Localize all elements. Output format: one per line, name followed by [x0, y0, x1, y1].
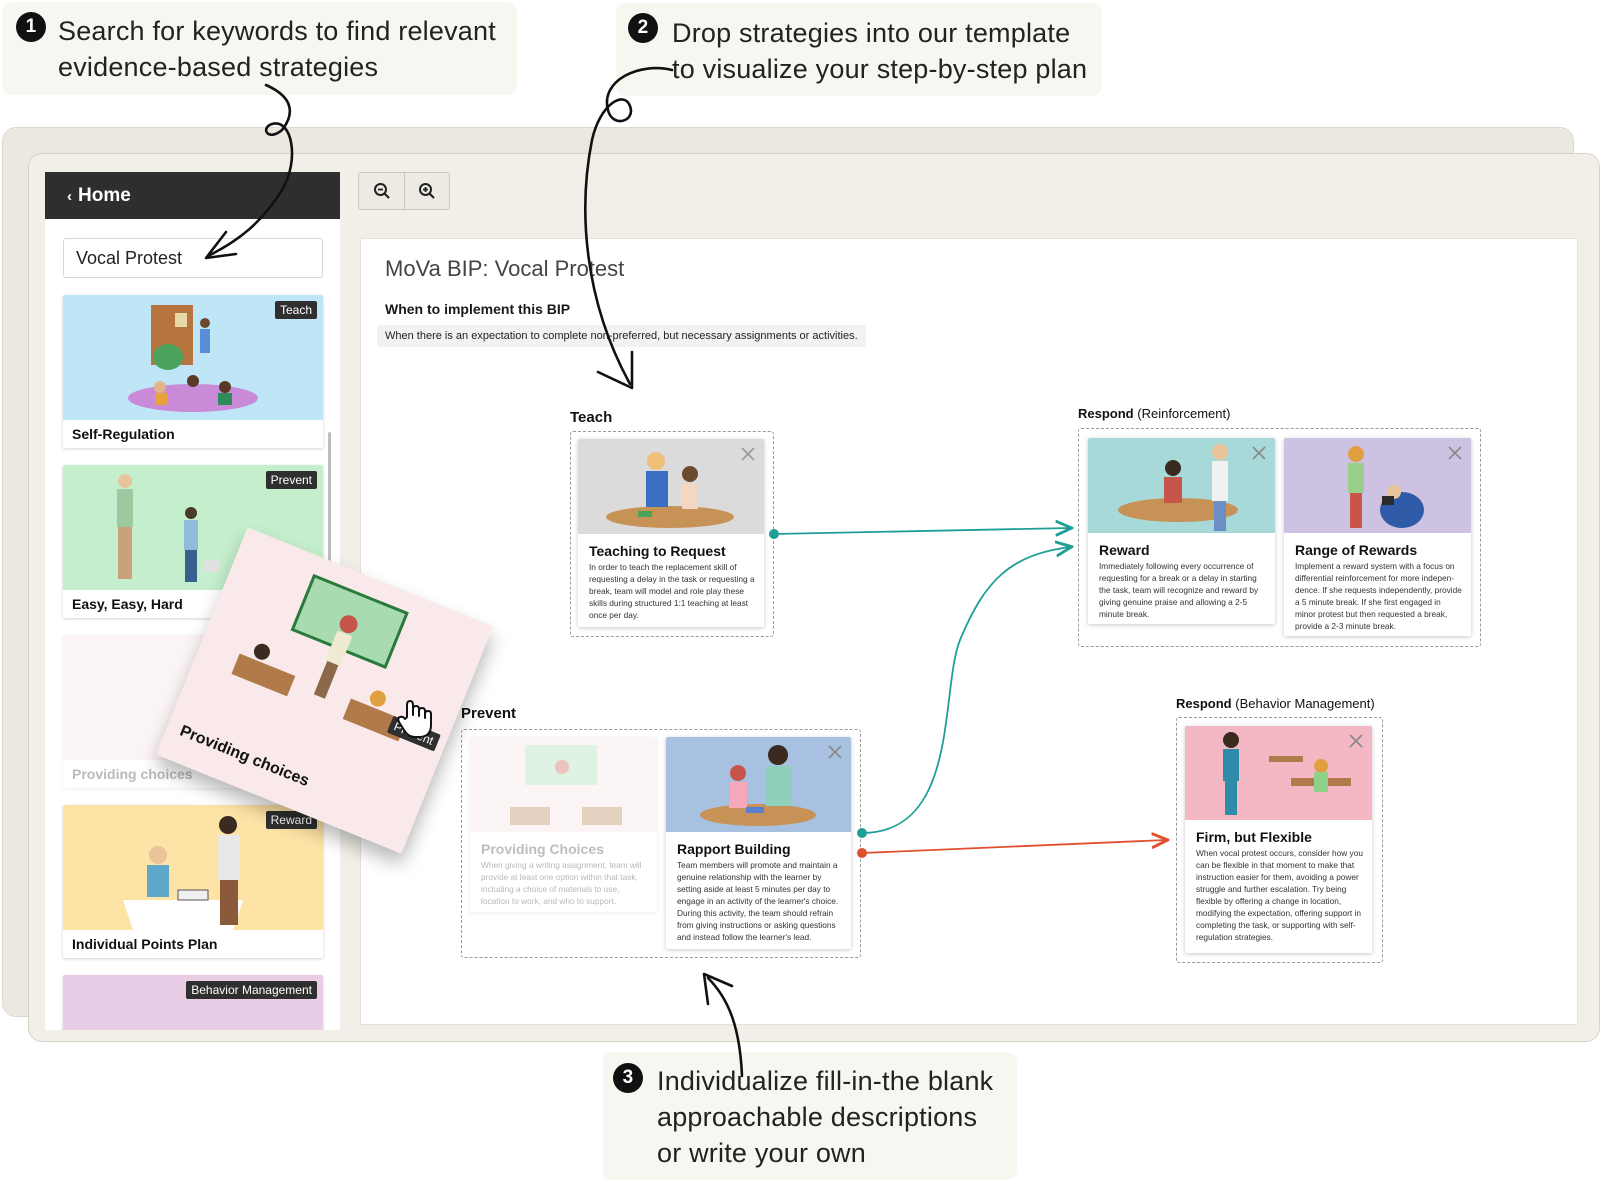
strategy-card-behavior-management[interactable]: Behavior Management	[63, 975, 323, 1030]
chevron-left-icon: ‹	[67, 188, 72, 205]
strategy-illustration	[1088, 438, 1275, 533]
section-label-teach: Teach	[570, 409, 613, 426]
section-label-respond-behavior-management: Respond (Behavior Management)	[1176, 696, 1375, 711]
hand-cursor-icon	[397, 700, 432, 738]
home-button[interactable]: ‹ Home	[45, 172, 340, 219]
strategy-title[interactable]: Teaching to Request	[589, 543, 726, 559]
callout-text-line: to visualize your step-by-step plan	[672, 54, 1088, 84]
strategy-illustration	[470, 737, 657, 832]
strategy-title[interactable]: Providing Choices	[481, 841, 604, 857]
callout-text-line: Individualize fill-in-the blank	[657, 1066, 994, 1096]
strategy-description[interactable]: In order to teach the replacement skill …	[589, 561, 755, 621]
strategy-card-providing-choices-placeholder[interactable]: Providing Choices When giving a writing …	[470, 737, 657, 912]
category-tag: Teach	[274, 301, 317, 319]
zoom-out-button[interactable]	[359, 173, 404, 209]
strategy-card-rapport-building[interactable]: Rapport Building Team members will promo…	[666, 737, 851, 949]
plan-title[interactable]: MoVa BIP: Vocal Protest	[385, 256, 624, 282]
strategy-illustration	[578, 439, 764, 534]
strategy-title[interactable]: Range of Rewards	[1295, 542, 1417, 558]
callout-text-line: or write your own	[657, 1138, 866, 1168]
card-label: Self-Regulation	[72, 426, 175, 442]
close-icon[interactable]	[740, 446, 756, 462]
zoom-in-button[interactable]	[404, 173, 449, 209]
close-icon[interactable]	[1251, 445, 1267, 461]
strategy-card-self-regulation[interactable]: Teach Self-Regulation	[63, 295, 323, 448]
section-label-respond-reinforcement: Respond (Reinforcement)	[1078, 406, 1231, 421]
strategy-card-individual-points-plan[interactable]: Reward Individual Points Plan	[63, 805, 323, 958]
strategy-description[interactable]: Immediately following every occurrence o…	[1099, 560, 1266, 620]
strategy-card-reward[interactable]: Reward Immediately following every occur…	[1088, 438, 1275, 624]
close-icon[interactable]	[827, 744, 843, 760]
strategy-illustration	[666, 737, 851, 832]
search-input[interactable]: Vocal Protest	[63, 238, 323, 278]
zoom-out-icon	[373, 183, 390, 199]
callout-individualize: 3 Individualize fill-in-the blank approa…	[603, 1052, 1017, 1180]
callout-text-line: Search for keywords to find relevant	[58, 16, 496, 46]
zoom-in-icon	[419, 183, 435, 199]
when-text[interactable]: When there is an expectation to complete…	[377, 325, 866, 347]
strategy-title[interactable]: Rapport Building	[677, 841, 791, 857]
strategy-description[interactable]: Team members will promote and maintain a…	[677, 859, 842, 943]
step-number: 2	[628, 13, 658, 43]
close-icon[interactable]	[1447, 445, 1463, 461]
home-label: Home	[78, 185, 131, 206]
callout-text-line: approachable descriptions	[657, 1102, 978, 1132]
callout-search: 1 Search for keywords to find relevant e…	[2, 2, 517, 95]
category-tag: Behavior Management	[186, 981, 317, 999]
step-number: 3	[613, 1063, 643, 1093]
callout-drop: 2 Drop strategies into our template to v…	[616, 3, 1102, 96]
strategy-card-firm-but-flexible[interactable]: Firm, but Flexible When vocal protest oc…	[1185, 726, 1372, 953]
section-label-prevent: Prevent	[461, 705, 517, 722]
strategy-illustration	[1185, 726, 1372, 820]
category-tag: Prevent	[265, 471, 317, 489]
strategy-description[interactable]: Implement a reward system with a focus o…	[1295, 560, 1462, 632]
step-number: 1	[16, 12, 46, 42]
card-label: Individual Points Plan	[72, 936, 218, 952]
strategy-title[interactable]: Reward	[1099, 542, 1150, 558]
strategy-illustration	[1284, 438, 1471, 533]
search-value: Vocal Protest	[76, 248, 183, 268]
callout-text-line: evidence-based strategies	[58, 52, 379, 82]
zoom-controls	[358, 172, 450, 210]
card-label: Providing choices	[72, 766, 193, 782]
card-label: Easy, Easy, Hard	[72, 596, 183, 612]
when-heading: When to implement this BIP	[385, 301, 571, 317]
strategy-description[interactable]: When giving a writing assignment, team w…	[481, 859, 648, 907]
strategy-card-teaching-to-request[interactable]: Teaching to Request In order to teach th…	[578, 439, 764, 627]
strategy-title[interactable]: Firm, but Flexible	[1196, 829, 1312, 845]
strategy-description[interactable]: When vocal protest occurs, consider how …	[1196, 847, 1363, 943]
strategy-card-range-of-rewards[interactable]: Range of Rewards Implement a reward syst…	[1284, 438, 1471, 636]
close-icon[interactable]	[1348, 733, 1364, 749]
callout-text-line: Drop strategies into our template	[672, 18, 1071, 48]
